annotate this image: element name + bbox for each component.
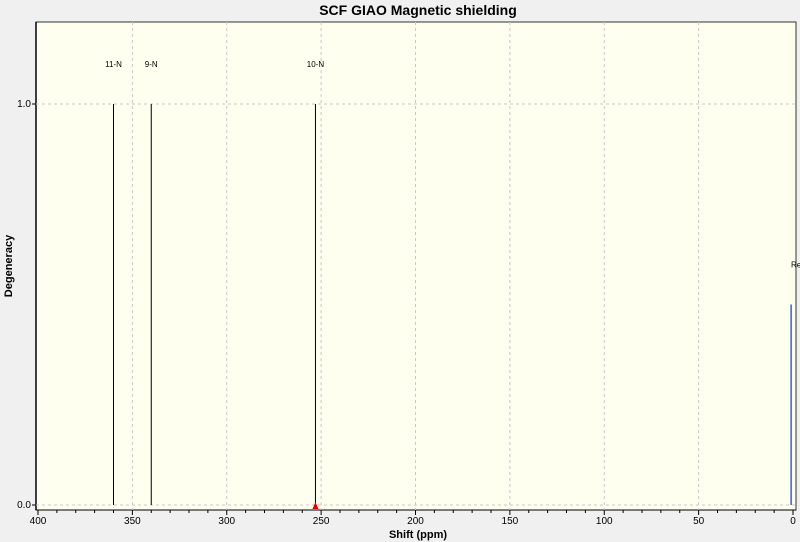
- x-axis-title: Shift (ppm): [389, 529, 447, 541]
- chart-title: SCF GIAO Magnetic shielding: [319, 2, 517, 18]
- x-tick-label: 250: [313, 516, 330, 527]
- x-tick-label: 300: [218, 516, 235, 527]
- peak-label: 11-N: [105, 60, 122, 69]
- x-tick-label: 0: [790, 516, 796, 527]
- y-tick-label: 1.0: [17, 99, 31, 110]
- spectrum-chart: 400 350 300 250 200 150 100 50 0 0.0 1.0 11-N 9-N 10…: [3, 2, 800, 541]
- x-tick-label: 50: [693, 516, 705, 527]
- x-tick-label: 400: [30, 516, 47, 527]
- y-tick-label: 0.0: [17, 500, 31, 511]
- x-tick-label: 350: [124, 516, 141, 527]
- x-tick-label: 100: [596, 516, 613, 527]
- x-tick-label: 200: [407, 516, 424, 527]
- x-tick-label: 150: [502, 516, 519, 527]
- peak-label: 9-N: [145, 60, 158, 69]
- y-axis-title: Degeneracy: [3, 234, 15, 297]
- reference-label: Re: [791, 261, 800, 270]
- peak-label: 10-N: [307, 60, 325, 69]
